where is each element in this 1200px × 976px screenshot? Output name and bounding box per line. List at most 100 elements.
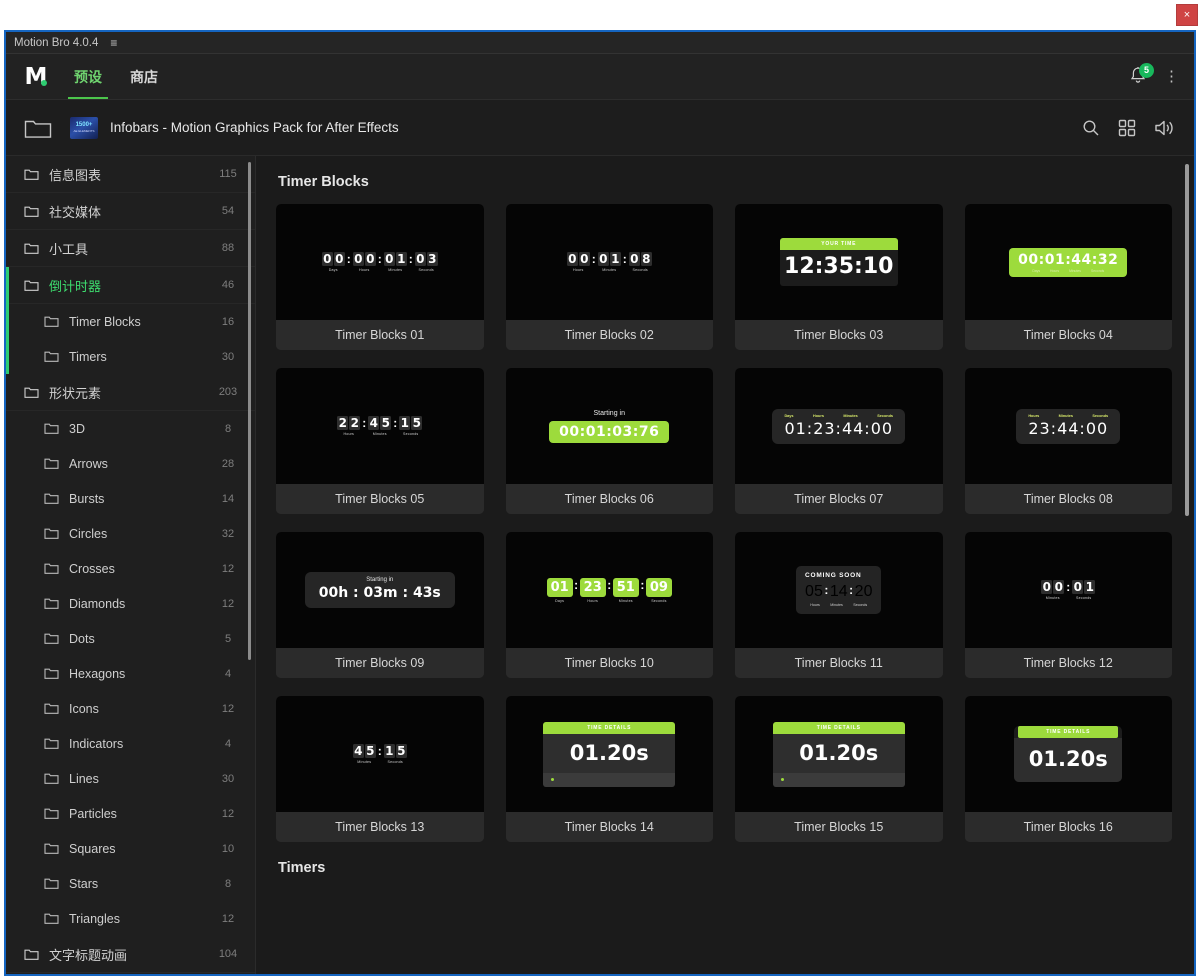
digit-box: 3 [426, 252, 438, 266]
preset-thumbnail[interactable]: YOUR TIME 12:35:10 [735, 204, 943, 320]
preset-card[interactable]: TIME DETAILS 01.20s Timer Blocks 14 [505, 696, 713, 842]
timer-segment: 01 Days [546, 577, 573, 603]
preset-card[interactable]: Days Hours Minutes Seconds 01:23:44:00 Timer … [735, 368, 943, 514]
preset-thumbnail[interactable]: 2 2 Hours:4 5 Minutes:1 5 Seconds [276, 368, 484, 484]
folder-icon [44, 632, 59, 645]
sidebar-item-squares[interactable]: Squares 10 [6, 831, 255, 866]
preset-card[interactable]: 0 0 Minutes:0 1 Seconds Timer Blocks 12 [964, 532, 1172, 678]
digit-box: 1 [829, 583, 839, 600]
sidebar-item-timer-blocks[interactable]: Timer Blocks 16 [6, 304, 255, 339]
timer-segment: 2 2 Hours [337, 416, 361, 436]
preset-label: Timer Blocks 15 [735, 812, 943, 842]
digit-box: 51 [612, 577, 639, 597]
preset-card[interactable]: COMING SOON 0 5:1 4:2 0 Hours Minutes Seconds T… [735, 532, 943, 678]
preset-card[interactable]: TIME DETAILS 01.20s Timer Blocks 16 [964, 696, 1172, 842]
sidebar-item-文字标题动画[interactable]: 文字标题动画 104 [6, 936, 255, 973]
digit-box: 0 [414, 252, 426, 266]
folder-icon [44, 562, 59, 575]
sidebar-item-stars[interactable]: Stars 8 [6, 866, 255, 901]
sidebar-item-icons[interactable]: Icons 12 [6, 691, 255, 726]
colon-separator: : [346, 252, 351, 266]
preset-card[interactable]: 01 Days: 23 Hours: 51 Minutes: 09 Second… [505, 532, 713, 678]
segment-caption: Hours [1050, 268, 1060, 273]
sidebar-item-hexagons[interactable]: Hexagons 4 [6, 656, 255, 691]
section-title-timers: Timers [278, 860, 326, 876]
sidebar-item-label: Indicators [69, 736, 124, 751]
sidebar-item-形状元素[interactable]: 形状元素 203 [6, 374, 255, 411]
sidebar-item-label: Circles [69, 526, 108, 541]
sidebar-item-信息图表[interactable]: 信息图表 115 [6, 156, 255, 193]
panel-menu-icon[interactable]: ≡ [110, 36, 117, 50]
sidebar-item-timers[interactable]: Timers 30 [6, 339, 255, 374]
panel-header: TIME DETAILS [1018, 726, 1119, 738]
tab-presets[interactable]: 预设 [68, 55, 108, 99]
preset-thumbnail[interactable]: 0 0 Minutes:0 1 Seconds [964, 532, 1172, 648]
sidebar-item-diamonds[interactable]: Diamonds 12 [6, 586, 255, 621]
preset-thumbnail[interactable]: Hours Minutes Seconds 23:44:00 [964, 368, 1172, 484]
segment-caption: Hours [812, 413, 824, 418]
search-icon[interactable] [1082, 119, 1100, 137]
segment-caption: Minutes [372, 432, 387, 436]
sidebar-item-count: 5 [224, 632, 232, 645]
sidebar-item-3d[interactable]: 3D 8 [6, 411, 255, 446]
preset-card[interactable]: TIME DETAILS 01.20s Timer Blocks 15 [735, 696, 943, 842]
digit-box: 5 [364, 744, 376, 758]
sidebar-item-小工具[interactable]: 小工具 88 [6, 230, 255, 267]
sound-icon[interactable] [1154, 119, 1176, 137]
sidebar-item-label: Stars [69, 876, 99, 891]
grid-view-icon[interactable] [1118, 119, 1136, 137]
preset-thumbnail[interactable]: 00:01:44:32 Days Hours Minutes Seconds [964, 204, 1172, 320]
segment-caption: Seconds [387, 760, 403, 764]
preset-card[interactable]: 0 0 Hours:0 1 Minutes:0 8 Seconds Timer Blocks … [505, 204, 713, 350]
preset-thumbnail[interactable]: Days Hours Minutes Seconds 01:23:44:00 [735, 368, 943, 484]
folder-icon [44, 807, 59, 820]
back-folder-icon[interactable] [24, 117, 52, 139]
preset-thumbnail[interactable]: 0 0 Hours:0 1 Minutes:0 8 Seconds [505, 204, 713, 320]
preset-card[interactable]: 4 5 Minutes:1 5 Seconds Timer Blocks 13 [276, 696, 484, 842]
colon-separator: : [377, 744, 382, 758]
preset-card[interactable]: 2 2 Hours:4 5 Minutes:1 5 Seconds Timer Blocks … [276, 368, 484, 514]
segment-caption: Minutes [1045, 596, 1060, 600]
preset-card[interactable]: 00:01:44:32 Days Hours Minutes Seconds Timer… [964, 204, 1172, 350]
digit-box: 5 [380, 416, 392, 430]
timer-segment: 09 Seconds [645, 577, 672, 603]
preset-thumbnail[interactable]: 01 Days: 23 Hours: 51 Minutes: 09 Second… [505, 532, 713, 648]
sidebar-scroll-area[interactable]: 信息图表 115 社交媒体 54 小工具 88 倒计时器 46 Timer Blocks… [6, 156, 255, 974]
digit-box: 0 [628, 252, 640, 266]
preset-thumbnail[interactable]: 4 5 Minutes:1 5 Seconds [276, 696, 484, 812]
preset-card[interactable]: Hours Minutes Seconds 23:44:00 Timer Blocks … [964, 368, 1172, 514]
sidebar-item-倒计时器[interactable]: 倒计时器 46 [6, 267, 255, 304]
tab-store[interactable]: 商店 [128, 55, 160, 98]
digit-box: 5 [395, 744, 407, 758]
sidebar-item-社交媒体[interactable]: 社交媒体 54 [6, 193, 255, 230]
preset-card[interactable]: Starting in 00h : 03m : 43s Timer Blocks … [276, 532, 484, 678]
preset-thumbnail[interactable]: Starting in 00h : 03m : 43s [276, 532, 484, 648]
sidebar-item-arrows[interactable]: Arrows 28 [6, 446, 255, 481]
preset-thumbnail[interactable]: Starting in 00:01:03:76 [505, 368, 713, 484]
preset-card[interactable]: 0 0 Days:0 0 Hours:0 1 Minutes:0 3 Seconds Timer … [276, 204, 484, 350]
sidebar-item-lines[interactable]: Lines 30 [6, 761, 255, 796]
preset-thumbnail[interactable]: COMING SOON 0 5:1 4:2 0 Hours Minutes Seconds [735, 532, 943, 648]
digit-box: 0 [1041, 580, 1053, 594]
segment-caption: Hours [358, 268, 370, 272]
preset-thumbnail[interactable]: TIME DETAILS 01.20s [964, 696, 1172, 812]
sidebar-item-dots[interactable]: Dots 5 [6, 621, 255, 656]
preset-thumbnail[interactable]: TIME DETAILS 01.20s [505, 696, 713, 812]
sidebar-scrollbar[interactable] [248, 162, 251, 660]
sidebar-item-particles[interactable]: Particles 12 [6, 796, 255, 831]
sidebar-item-circles[interactable]: Circles 32 [6, 516, 255, 551]
segment-caption: Seconds [403, 432, 419, 436]
preset-thumbnail[interactable]: 0 0 Days:0 0 Hours:0 1 Minutes:0 3 Seconds [276, 204, 484, 320]
overflow-menu-icon[interactable]: ⋮ [1164, 69, 1179, 84]
sidebar-item-bursts[interactable]: Bursts 14 [6, 481, 255, 516]
sidebar-item-indicators[interactable]: Indicators 4 [6, 726, 255, 761]
preset-card[interactable]: YOUR TIME 12:35:10 Timer Blocks 03 [735, 204, 943, 350]
notifications-button[interactable]: 5 [1128, 62, 1154, 89]
window-close-button[interactable]: × [1176, 4, 1198, 26]
content-scrollbar[interactable] [1185, 164, 1189, 516]
preset-card[interactable]: Starting in 00:01:03:76 Timer Blocks 06 [505, 368, 713, 514]
sidebar-item-count: 4 [224, 667, 232, 680]
sidebar-item-triangles[interactable]: Triangles 12 [6, 901, 255, 936]
preset-thumbnail[interactable]: TIME DETAILS 01.20s [735, 696, 943, 812]
sidebar-item-crosses[interactable]: Crosses 12 [6, 551, 255, 586]
